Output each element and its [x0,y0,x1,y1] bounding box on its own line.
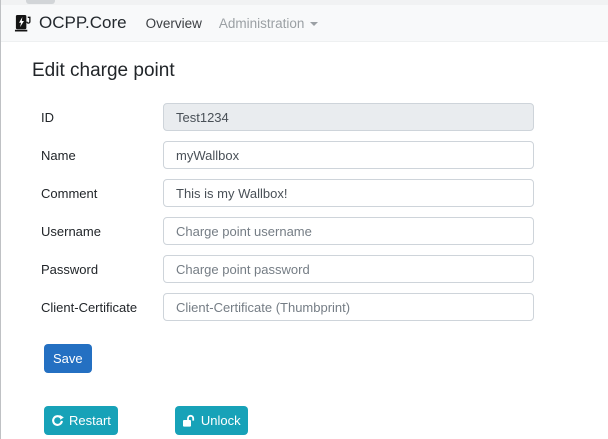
unlock-button-label: Unlock [201,413,241,428]
password-label: Password [41,262,163,277]
nav-link-overview[interactable]: Overview [146,16,202,31]
form-row-password: Password [41,255,608,283]
form-row-username: Username [41,217,608,245]
open-padlock-icon [182,414,196,428]
form-row-id: ID [41,103,608,131]
browser-chrome-strip [1,0,608,5]
caret-down-icon [310,22,318,26]
username-input[interactable] [163,217,534,245]
name-input[interactable] [163,141,534,169]
name-label: Name [41,148,163,163]
browser-tab-fragment [26,0,55,4]
client-certificate-input[interactable] [163,293,534,321]
comment-label: Comment [41,186,163,201]
main-content: Edit charge point ID Name Comment Userna… [1,42,608,435]
client-certificate-label: Client-Certificate [41,300,163,315]
reload-icon [51,414,64,427]
save-button[interactable]: Save [44,344,92,373]
charging-station-icon [14,14,33,33]
id-input [163,103,534,131]
username-label: Username [41,224,163,239]
navbar: OCPP.Core Overview Administration [1,5,608,42]
unlock-button[interactable]: Unlock [175,406,248,435]
restart-button[interactable]: Restart [44,406,118,435]
nav-link-administration-label: Administration [219,16,305,31]
edit-charge-point-form: ID Name Comment Username Password Client… [32,103,608,373]
form-row-name: Name [41,141,608,169]
id-label: ID [41,110,163,125]
password-input[interactable] [163,255,534,283]
action-button-row: Restart Unlock [35,406,608,435]
brand-link[interactable]: OCPP.Core [14,13,127,33]
comment-input[interactable] [163,179,534,207]
nav-link-administration[interactable]: Administration [219,16,319,31]
brand-text: OCPP.Core [39,13,127,33]
restart-button-label: Restart [69,413,111,428]
page-title: Edit charge point [32,60,608,82]
form-row-client-certificate: Client-Certificate [41,293,608,321]
form-row-comment: Comment [41,179,608,207]
